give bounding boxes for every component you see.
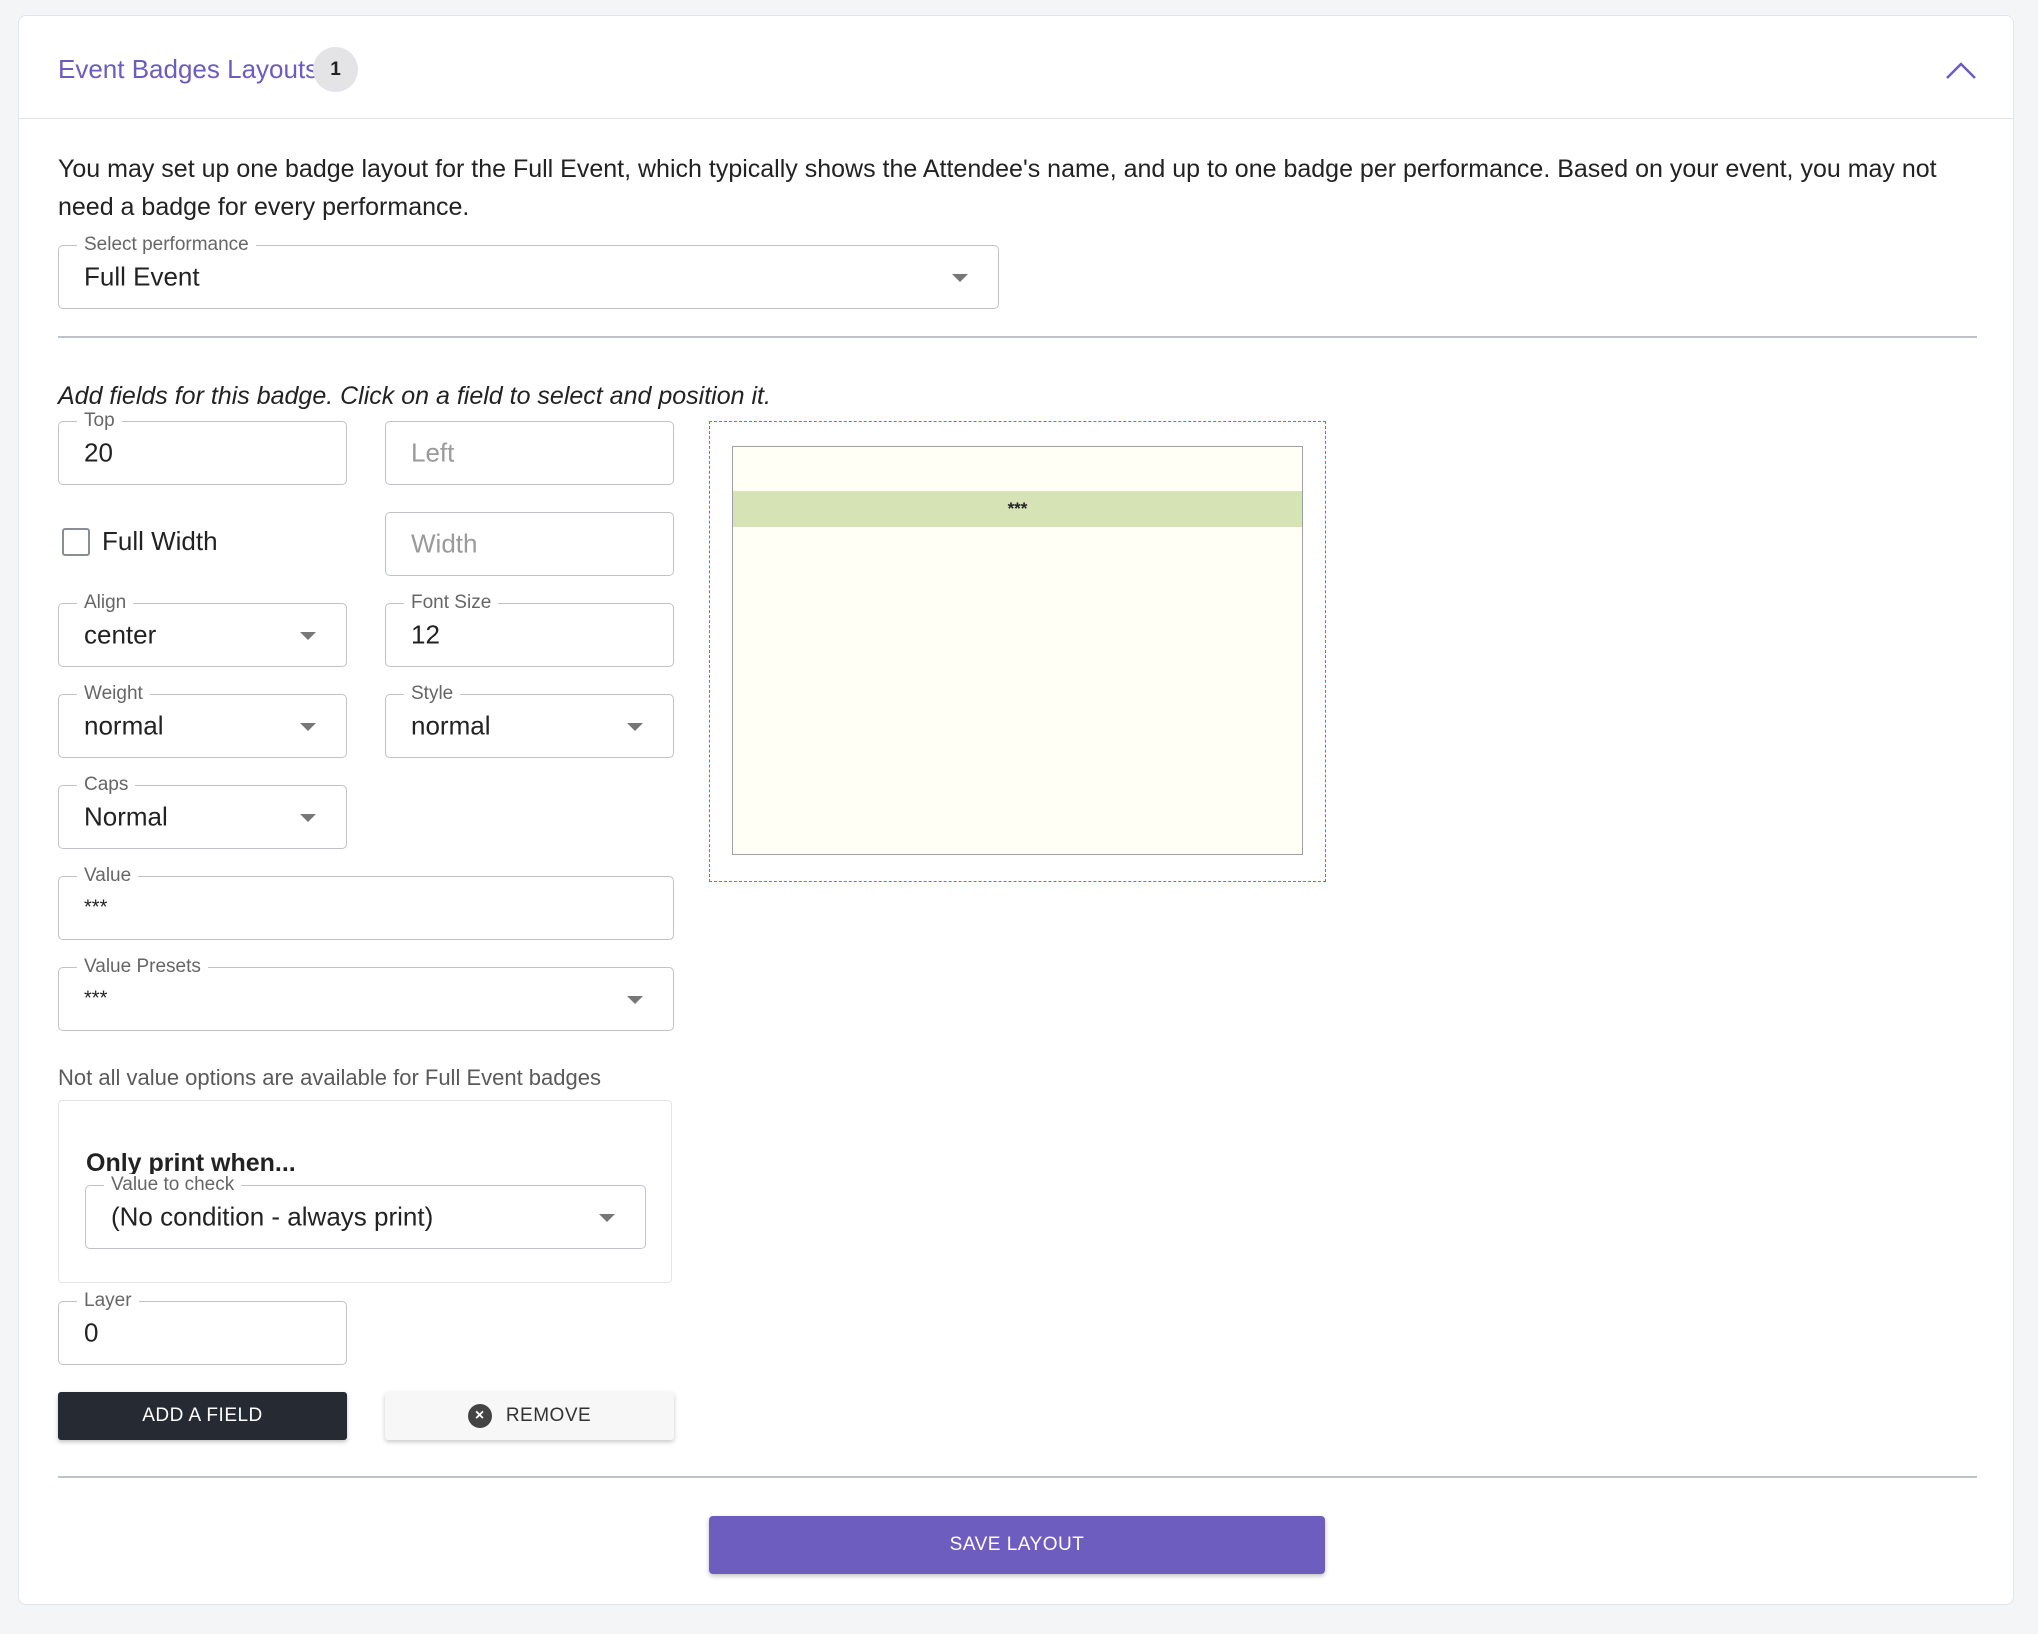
badge-layouts-card: Event Badges Layouts 1 You may set up on… bbox=[18, 15, 2014, 1605]
value-input[interactable]: Value *** bbox=[58, 865, 674, 940]
caret-down-icon bbox=[627, 723, 643, 731]
style-select[interactable]: Style normal bbox=[385, 683, 674, 758]
caps-value: Normal bbox=[84, 801, 168, 832]
value-hint: Not all value options are available for … bbox=[58, 1065, 601, 1090]
top-label: Top bbox=[77, 410, 122, 432]
align-label: Align bbox=[77, 592, 134, 614]
condition-box: Only print when... Value to check (No co… bbox=[58, 1100, 672, 1283]
top-input[interactable]: Top 20 bbox=[58, 410, 347, 485]
caret-down-icon bbox=[300, 632, 316, 640]
caret-down-icon bbox=[627, 996, 643, 1004]
top-value: 20 bbox=[84, 437, 113, 468]
checkbox-icon[interactable] bbox=[62, 527, 90, 556]
card-header[interactable]: Event Badges Layouts 1 bbox=[19, 16, 2013, 119]
weight-label: Weight bbox=[77, 683, 150, 705]
value-to-check-select[interactable]: Value to check (No condition - always pr… bbox=[85, 1174, 646, 1249]
value-value: *** bbox=[84, 896, 108, 919]
left-placeholder: Left bbox=[411, 437, 455, 468]
value-to-check-label: Value to check bbox=[104, 1174, 242, 1196]
add-field-button[interactable]: ADD A FIELD bbox=[58, 1392, 347, 1440]
performance-select-label: Select performance bbox=[77, 234, 256, 256]
style-label: Style bbox=[404, 683, 461, 705]
badge-preview-frame: *** bbox=[709, 421, 1326, 882]
layer-value: 0 bbox=[84, 1317, 99, 1348]
count-badge: 1 bbox=[313, 47, 358, 92]
intro-text: You may set up one badge layout for the … bbox=[58, 155, 1937, 221]
layer-label: Layer bbox=[77, 1290, 139, 1312]
full-width-checkbox[interactable]: Full Width bbox=[62, 526, 218, 557]
close-circle-icon: × bbox=[467, 1404, 492, 1428]
divider bbox=[58, 1476, 1977, 1478]
section-title: Event Badges Layouts bbox=[58, 54, 319, 84]
caps-label: Caps bbox=[77, 774, 136, 796]
performance-select-value: Full Event bbox=[84, 261, 200, 292]
caps-select[interactable]: Caps Normal bbox=[58, 774, 347, 849]
value-presets-select[interactable]: Value Presets *** bbox=[58, 956, 674, 1031]
preview-field-selected[interactable]: *** bbox=[733, 491, 1302, 527]
font-size-value: 12 bbox=[411, 619, 440, 650]
layer-input[interactable]: Layer 0 bbox=[58, 1290, 347, 1365]
caret-down-icon bbox=[300, 814, 316, 822]
full-width-label: Full Width bbox=[102, 526, 218, 556]
caret-down-icon bbox=[952, 274, 968, 282]
weight-value: normal bbox=[84, 710, 164, 741]
remove-button-label: REMOVE bbox=[505, 1405, 592, 1426]
caret-down-icon bbox=[300, 723, 316, 731]
caret-down-icon bbox=[599, 1214, 615, 1222]
left-input[interactable]: Left bbox=[385, 421, 674, 485]
font-size-input[interactable]: Font Size 12 bbox=[385, 592, 674, 667]
width-input[interactable]: Width bbox=[385, 512, 674, 576]
width-placeholder: Width bbox=[411, 528, 478, 559]
align-select[interactable]: Align center bbox=[58, 592, 347, 667]
remove-button[interactable]: × REMOVE bbox=[385, 1392, 674, 1440]
align-value: center bbox=[84, 619, 157, 650]
badge-preview[interactable]: *** bbox=[732, 446, 1303, 855]
value-label: Value bbox=[77, 865, 139, 887]
value-presets-label: Value Presets bbox=[77, 956, 208, 978]
instructions-text: Add fields for this badge. Click on a fi… bbox=[58, 382, 771, 410]
value-presets-value: *** bbox=[84, 987, 108, 1010]
chevron-up-icon[interactable] bbox=[1941, 56, 1981, 86]
save-layout-button[interactable]: SAVE LAYOUT bbox=[709, 1516, 1325, 1574]
performance-select[interactable]: Select performance Full Event bbox=[58, 234, 999, 309]
value-to-check-value: (No condition - always print) bbox=[111, 1201, 434, 1232]
style-value: normal bbox=[411, 710, 491, 741]
divider bbox=[58, 336, 1977, 338]
font-size-label: Font Size bbox=[404, 592, 499, 614]
weight-select[interactable]: Weight normal bbox=[58, 683, 347, 758]
